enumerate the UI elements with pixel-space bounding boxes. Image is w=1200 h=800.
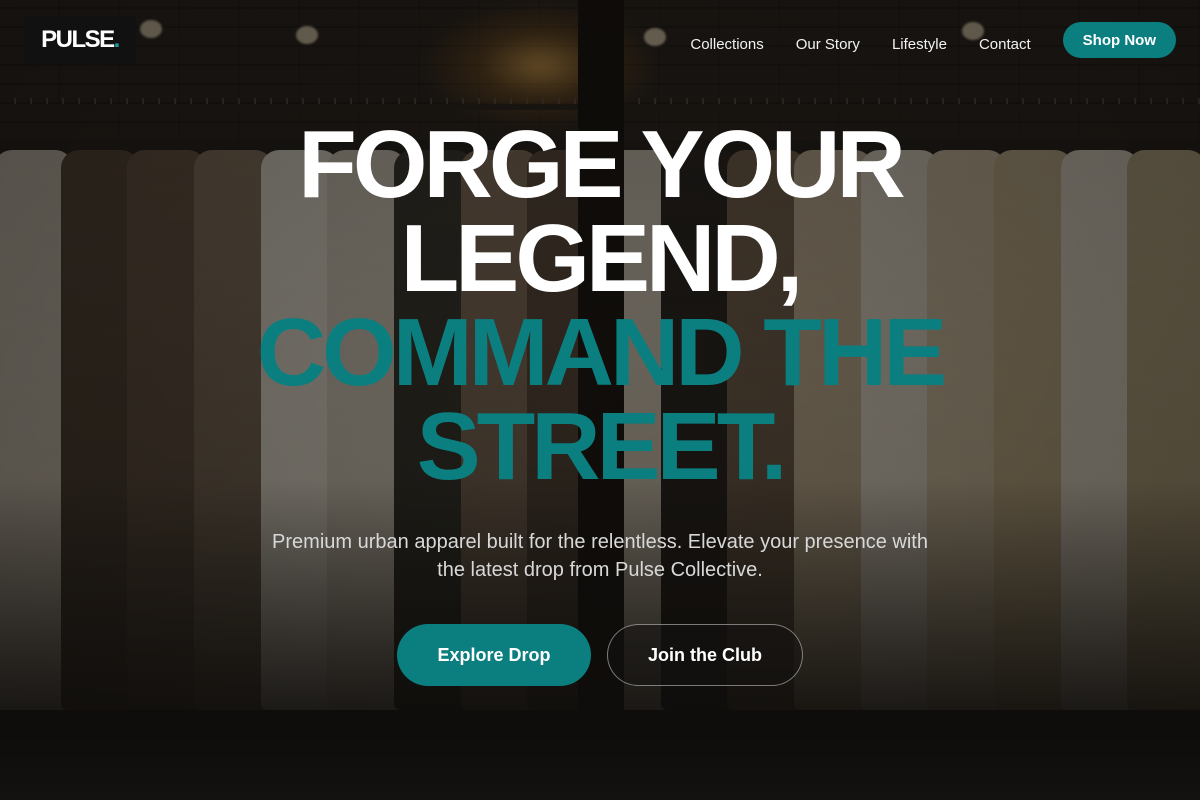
explore-drop-button[interactable]: Explore Drop — [397, 624, 591, 686]
headline-line-4: STREET. — [416, 393, 788, 500]
nav-link-our-story[interactable]: Our Story — [796, 36, 860, 53]
logo-dot: . — [113, 26, 121, 53]
hero-headline: FORGE YOUR LEGEND, COMMAND THE STREET. — [0, 111, 1200, 500]
logo-text: PULSE — [41, 26, 115, 53]
hero-cta-group: Explore Drop Join the Club — [0, 624, 1200, 686]
hero-subtitle: Premium urban apparel built for the rele… — [272, 531, 928, 581]
headline-line-2: LEGEND, — [400, 205, 804, 312]
nav-link-collections[interactable]: Collections — [690, 36, 763, 53]
main-nav: Collections Our Story Lifestyle Contact … — [690, 22, 1176, 58]
nav-link-lifestyle[interactable]: Lifestyle — [892, 36, 947, 53]
headline-line-3: COMMAND THE — [256, 299, 948, 406]
join-club-button[interactable]: Join the Club — [607, 624, 803, 686]
shop-now-button[interactable]: Shop Now — [1062, 22, 1176, 58]
headline-line-1: FORGE YOUR — [298, 111, 906, 218]
nav-link-contact[interactable]: Contact — [979, 36, 1031, 53]
hero-section: FORGE YOUR LEGEND, COMMAND THE STREET. P… — [0, 111, 1200, 686]
brand-logo[interactable]: PULSE. — [24, 16, 136, 64]
